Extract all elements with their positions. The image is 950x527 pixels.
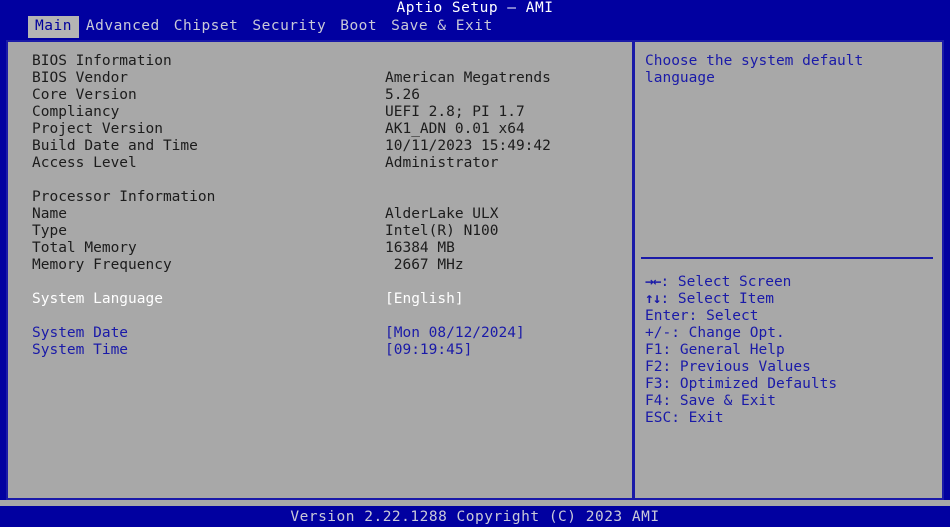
key-legend-text: : Select Item: [660, 291, 774, 307]
key-legend-item: Enter: Select: [645, 308, 759, 324]
row-value: UEFI 2.8; PI 1.7: [385, 104, 525, 120]
section-heading: BIOS Information: [32, 53, 632, 70]
row-value: American Megatrends: [385, 70, 551, 86]
row-label: System Date: [32, 325, 129, 341]
key-legend-item: F1: General Help: [645, 342, 785, 358]
menu-tab-security[interactable]: Security: [245, 16, 333, 38]
row-value: 16384 MB: [385, 240, 455, 256]
row-value: AlderLake ULX: [385, 206, 499, 222]
help-pane: Choose the system default language →←: Se…: [635, 42, 942, 498]
row-label: Type: [32, 223, 67, 239]
info-row: Build Date and Time 10/11/2023 15:49:42: [32, 138, 632, 155]
section-heading: Processor Information: [32, 189, 632, 206]
row-label: Name: [32, 206, 67, 222]
content-frame: BIOS Information BIOS Vendor American Mega…: [6, 40, 944, 500]
key-legend-item: +/-: Change Opt.: [645, 325, 785, 341]
help-text: Choose the system default language: [645, 53, 942, 87]
menu-tab-boot[interactable]: Boot: [333, 16, 384, 38]
bios-setup-screen: Aptio Setup – AMI Main Advanced Chipset Sec…: [0, 0, 950, 527]
info-row: Name AlderLake ULX: [32, 206, 632, 223]
key-legend-item: F3: Optimized Defaults: [645, 376, 838, 392]
help-text-line: Choose the system default: [645, 53, 864, 69]
window-title: Aptio Setup – AMI: [396, 0, 554, 16]
key-legend-item: F2: Previous Values: [645, 359, 811, 375]
info-row: Access Level Administrator: [32, 155, 632, 172]
info-row: BIOS Vendor American Megatrends: [32, 70, 632, 87]
row-label: Memory Frequency: [32, 257, 172, 273]
row-label: Project Version: [32, 121, 163, 137]
row-spacer: [32, 308, 632, 325]
key-legend-item: →←: Select Screen: [645, 274, 940, 291]
info-row: Core Version 5.26: [32, 87, 632, 104]
row-spacer: [32, 172, 632, 189]
help-separator: [641, 257, 933, 259]
info-row: Memory Frequency 2667 MHz: [32, 257, 632, 274]
version-footer: Version 2.22.1288 Copyright (C) 2023 AMI: [0, 506, 950, 527]
up-down-arrow-icon: ↑↓: [645, 291, 662, 307]
menu-bar: Main Advanced Chipset Security Boot Save & Ex…: [0, 16, 950, 38]
setting-system-date[interactable]: System Date [Mon 08/12/2024]: [32, 325, 632, 342]
row-label: BIOS Information: [32, 53, 172, 69]
row-label: System Time: [32, 342, 129, 358]
menu-tab-main[interactable]: Main: [28, 16, 79, 38]
row-label: Processor Information: [32, 189, 216, 205]
row-value: [09:19:45]: [385, 342, 473, 358]
row-value: AK1_ADN 0.01 x64: [385, 121, 525, 137]
row-label: Build Date and Time: [32, 138, 198, 154]
key-legend-item: F4: Save & Exit: [645, 393, 776, 409]
left-right-arrow-icon: →←: [645, 274, 662, 290]
row-label: Access Level: [32, 155, 137, 171]
help-text-line: language: [645, 70, 715, 86]
menu-tab-save-exit[interactable]: Save & Exit: [384, 16, 500, 38]
info-row: Total Memory 16384 MB: [32, 240, 632, 257]
setting-system-time[interactable]: System Time [09:19:45]: [32, 342, 632, 359]
row-value: [English]: [385, 291, 464, 307]
settings-pane: BIOS Information BIOS Vendor American Mega…: [8, 42, 632, 498]
info-row: Type Intel(R) N100: [32, 223, 632, 240]
key-legend-item: ESC: Exit: [645, 410, 724, 426]
key-legend: →←: Select Screen ↑↓: Select Item Enter: S…: [645, 274, 940, 427]
row-value: 5.26: [385, 87, 420, 103]
setting-system-language[interactable]: System Language [English]: [32, 291, 632, 308]
row-value: [Mon 08/12/2024]: [385, 325, 525, 341]
row-spacer: [32, 274, 632, 291]
row-value: Intel(R) N100: [385, 223, 499, 239]
row-label: Core Version: [32, 87, 137, 103]
key-legend-text: : Select Screen: [660, 274, 792, 290]
row-label: System Language: [32, 291, 163, 307]
menu-tab-advanced[interactable]: Advanced: [79, 16, 167, 38]
row-label: Compliancy: [32, 104, 120, 120]
row-label: BIOS Vendor: [32, 70, 129, 86]
row-value: 2667 MHz: [385, 257, 464, 273]
info-row: Project Version AK1_ADN 0.01 x64: [32, 121, 632, 138]
key-legend-item: ↑↓: Select Item: [645, 291, 940, 308]
row-value: 10/11/2023 15:49:42: [385, 138, 551, 154]
row-value: Administrator: [385, 155, 499, 171]
menu-tab-chipset[interactable]: Chipset: [167, 16, 246, 38]
info-row: Compliancy UEFI 2.8; PI 1.7: [32, 104, 632, 121]
row-label: Total Memory: [32, 240, 137, 256]
